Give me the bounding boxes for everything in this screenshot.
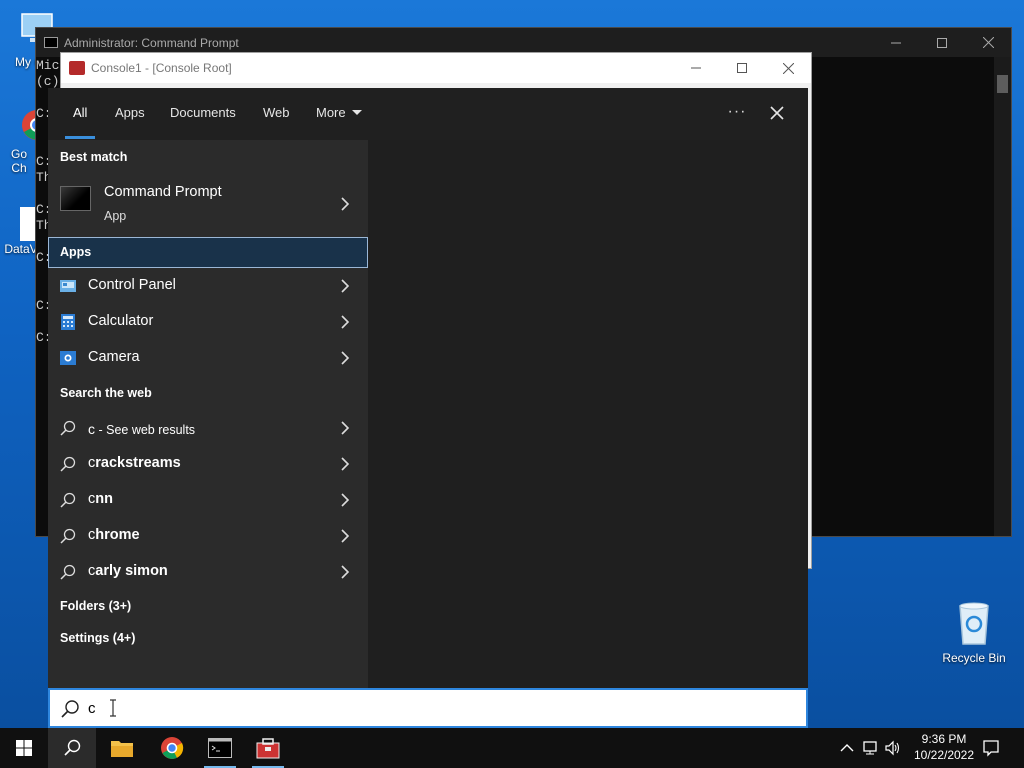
web-suggestion-crackstreams[interactable]: crackstreams <box>48 446 368 482</box>
search-icon <box>60 420 76 436</box>
tab-apps[interactable]: Apps <box>115 88 145 140</box>
mmc-maximize-button[interactable] <box>719 53 765 83</box>
notification-icon[interactable] <box>982 739 1000 757</box>
result-calculator[interactable]: Calculator <box>48 304 368 340</box>
web-suggestion-cnn[interactable]: cnn <box>48 482 368 518</box>
taskbar-clock[interactable]: 9:36 PM 10/22/2022 <box>912 731 976 763</box>
folders-heading[interactable]: Folders (3+) <box>60 599 131 613</box>
chevron-right-icon[interactable] <box>340 456 350 472</box>
desktop-icon-recycle-bin[interactable]: Recycle Bin <box>937 600 1011 665</box>
caret-down-icon <box>351 110 362 115</box>
cmd-maximize-button[interactable] <box>919 28 965 57</box>
best-match-heading: Best match <box>60 150 128 164</box>
tab-more[interactable]: More <box>316 88 362 140</box>
text-cursor-icon <box>110 699 116 717</box>
chevron-right-icon[interactable] <box>340 420 350 436</box>
mmc-console-icon <box>69 61 85 75</box>
search-input[interactable]: c <box>88 700 96 717</box>
cmd-title: Administrator: Command Prompt <box>64 35 239 50</box>
taskbar-mmc[interactable] <box>244 728 292 768</box>
tab-more-label: More <box>316 105 346 120</box>
close-icon <box>770 106 784 120</box>
cmd-scroll-thumb[interactable] <box>997 75 1008 93</box>
search-icon <box>60 564 76 580</box>
search-box[interactable]: c <box>48 688 808 728</box>
clock-time: 9:36 PM <box>921 732 967 746</box>
start-button[interactable] <box>0 728 48 768</box>
windows-logo-icon <box>16 740 32 756</box>
chevron-right-icon[interactable] <box>340 564 350 580</box>
minimize-icon <box>891 42 901 43</box>
chrome-icon <box>161 737 184 759</box>
folder-icon <box>111 741 133 757</box>
web-suggestion-chrome[interactable]: chrome <box>48 518 368 554</box>
chevron-right-icon[interactable] <box>340 528 350 544</box>
taskbar: 9:36 PM 10/22/2022 <box>0 728 1024 768</box>
mmc-close-button[interactable] <box>765 53 811 83</box>
chevron-right-icon[interactable] <box>340 314 350 330</box>
search-web-heading: Search the web <box>60 386 152 400</box>
web-result-see-web-results[interactable]: c - See web results <box>48 410 368 446</box>
tab-all[interactable]: All <box>64 88 97 140</box>
chevron-right-icon[interactable] <box>340 350 350 366</box>
minimize-icon <box>691 67 701 69</box>
start-search-panel: All Apps Documents Web More ··· Best mat… <box>48 88 808 688</box>
command-prompt-icon <box>60 186 91 211</box>
toolbox-icon <box>256 738 280 759</box>
result-preview-pane <box>368 140 808 688</box>
result-camera[interactable]: Camera <box>48 340 368 376</box>
search-icon <box>61 700 79 718</box>
search-icon <box>60 456 76 472</box>
cmd-close-button[interactable] <box>965 28 1011 57</box>
more-options-button[interactable]: ··· <box>724 100 750 126</box>
close-icon <box>782 62 794 74</box>
maximize-icon <box>937 37 947 48</box>
network-icon[interactable] <box>862 739 880 757</box>
taskbar-command-prompt[interactable] <box>196 728 244 768</box>
web-result-text: c - See web results <box>88 421 196 437</box>
mmc-minimize-button[interactable] <box>673 53 719 83</box>
clock-date: 10/22/2022 <box>913 748 975 762</box>
chevron-right-icon[interactable] <box>340 492 350 508</box>
search-results-list: Best match Command Prompt App Apps Contr… <box>48 140 368 688</box>
taskbar-chrome[interactable] <box>148 728 196 768</box>
taskbar-file-explorer[interactable] <box>98 728 146 768</box>
cmd-scrollbar[interactable] <box>994 57 1011 536</box>
chevron-up-icon[interactable] <box>838 739 856 757</box>
cmd-minimize-button[interactable] <box>873 28 919 57</box>
apps-section-heading[interactable]: Apps <box>48 237 368 268</box>
best-match-command-prompt[interactable]: Command Prompt App <box>48 176 368 234</box>
search-icon <box>60 528 76 544</box>
web-suggestion-carly-simon[interactable]: carly simon <box>48 554 368 590</box>
result-control-panel[interactable]: Control Panel <box>48 268 368 304</box>
search-icon <box>60 492 76 508</box>
close-icon <box>982 37 994 48</box>
recycle-bin-icon <box>959 602 989 645</box>
volume-icon[interactable] <box>884 739 902 757</box>
calculator-icon <box>61 314 75 330</box>
search-icon <box>64 739 81 756</box>
tab-web[interactable]: Web <box>263 88 290 140</box>
cmd-icon <box>44 37 58 48</box>
maximize-icon <box>737 63 747 73</box>
chevron-right-icon[interactable] <box>340 278 350 294</box>
mmc-title: Console1 - [Console Root] <box>91 61 232 75</box>
search-tabs: All Apps Documents Web More ··· <box>48 88 808 140</box>
command-prompt-icon <box>208 738 232 758</box>
chevron-right-icon[interactable] <box>340 196 350 212</box>
control-panel-icon <box>60 280 76 292</box>
close-search-button[interactable] <box>764 100 790 126</box>
taskbar-search-button[interactable] <box>48 728 96 768</box>
tab-documents[interactable]: Documents <box>170 88 236 140</box>
settings-heading[interactable]: Settings (4+) <box>60 631 135 645</box>
best-match-name: Command Prompt <box>104 184 222 200</box>
camera-icon <box>60 351 76 365</box>
best-match-type: App <box>104 209 127 223</box>
